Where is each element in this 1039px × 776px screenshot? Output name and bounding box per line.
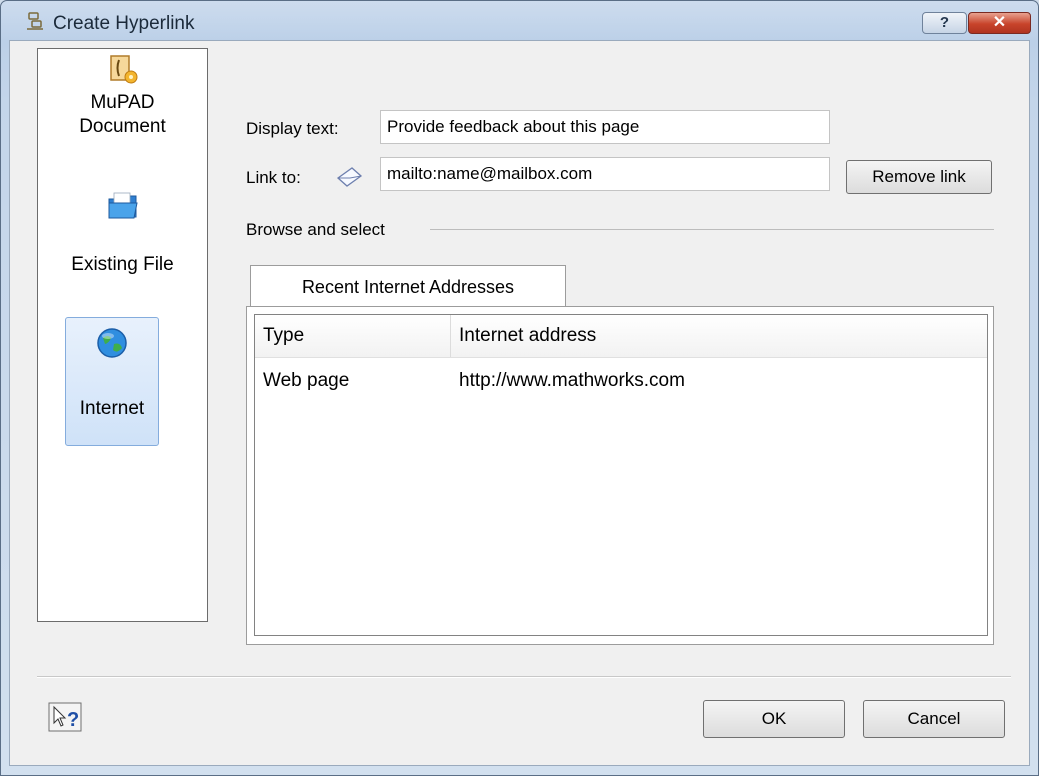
close-button[interactable]: ✕ — [968, 12, 1031, 34]
display-text-field[interactable]: Provide feedback about this page — [380, 110, 830, 144]
sidebar-item-label: Internet — [79, 398, 145, 419]
title-bar: Create Hyperlink ? ✕ — [1, 1, 1038, 35]
sidebar-item-existing-file[interactable]: Existing File — [38, 189, 207, 277]
sidebar-item-label: MuPAD Document — [79, 92, 166, 137]
ok-button[interactable]: OK — [703, 700, 845, 738]
tab-recent-internet-addresses[interactable]: Recent Internet Addresses — [250, 265, 566, 307]
link-type-sidebar: MuPAD Document Existing File Internet — [37, 48, 208, 622]
window-title: Create Hyperlink — [53, 13, 195, 34]
hyperlink-icon — [27, 12, 43, 30]
display-text-label: Display text: — [246, 119, 339, 138]
sidebar-item-label: Existing File — [71, 254, 174, 275]
close-icon: ✕ — [992, 14, 1007, 31]
mupad-document-icon — [109, 55, 137, 84]
column-header-type[interactable]: Type — [255, 315, 451, 357]
group-divider — [430, 229, 994, 230]
link-to-field[interactable]: mailto:name@mailbox.com — [380, 157, 830, 191]
column-header-internet-address[interactable]: Internet address — [451, 315, 987, 357]
cancel-button[interactable]: Cancel — [863, 700, 1005, 738]
help-glyph: ? — [939, 14, 950, 31]
cell-type: Web page — [263, 370, 350, 391]
sidebar-item-mupad-document[interactable]: MuPAD Document — [38, 53, 207, 139]
cell-internet-address: http://www.mathworks.com — [459, 370, 685, 391]
globe-icon — [97, 328, 127, 358]
context-help-icon[interactable]: ? — [48, 702, 82, 732]
table-row[interactable]: Web page http://www.mathworks.com — [255, 363, 987, 399]
folder-icon — [108, 192, 138, 219]
help-button[interactable]: ? — [922, 12, 967, 34]
remove-link-button[interactable]: Remove link — [846, 160, 992, 194]
sidebar-item-internet[interactable]: Internet — [65, 317, 159, 446]
table-header: Type Internet address — [255, 315, 987, 358]
link-to-label: Link to: — [246, 168, 301, 187]
email-envelope-icon — [336, 167, 363, 187]
browse-group-label: Browse and select — [246, 220, 385, 239]
footer-divider — [37, 676, 1011, 678]
svg-text:?: ? — [67, 709, 79, 731]
recent-addresses-table[interactable]: Type Internet address Web page http://ww… — [254, 314, 988, 636]
